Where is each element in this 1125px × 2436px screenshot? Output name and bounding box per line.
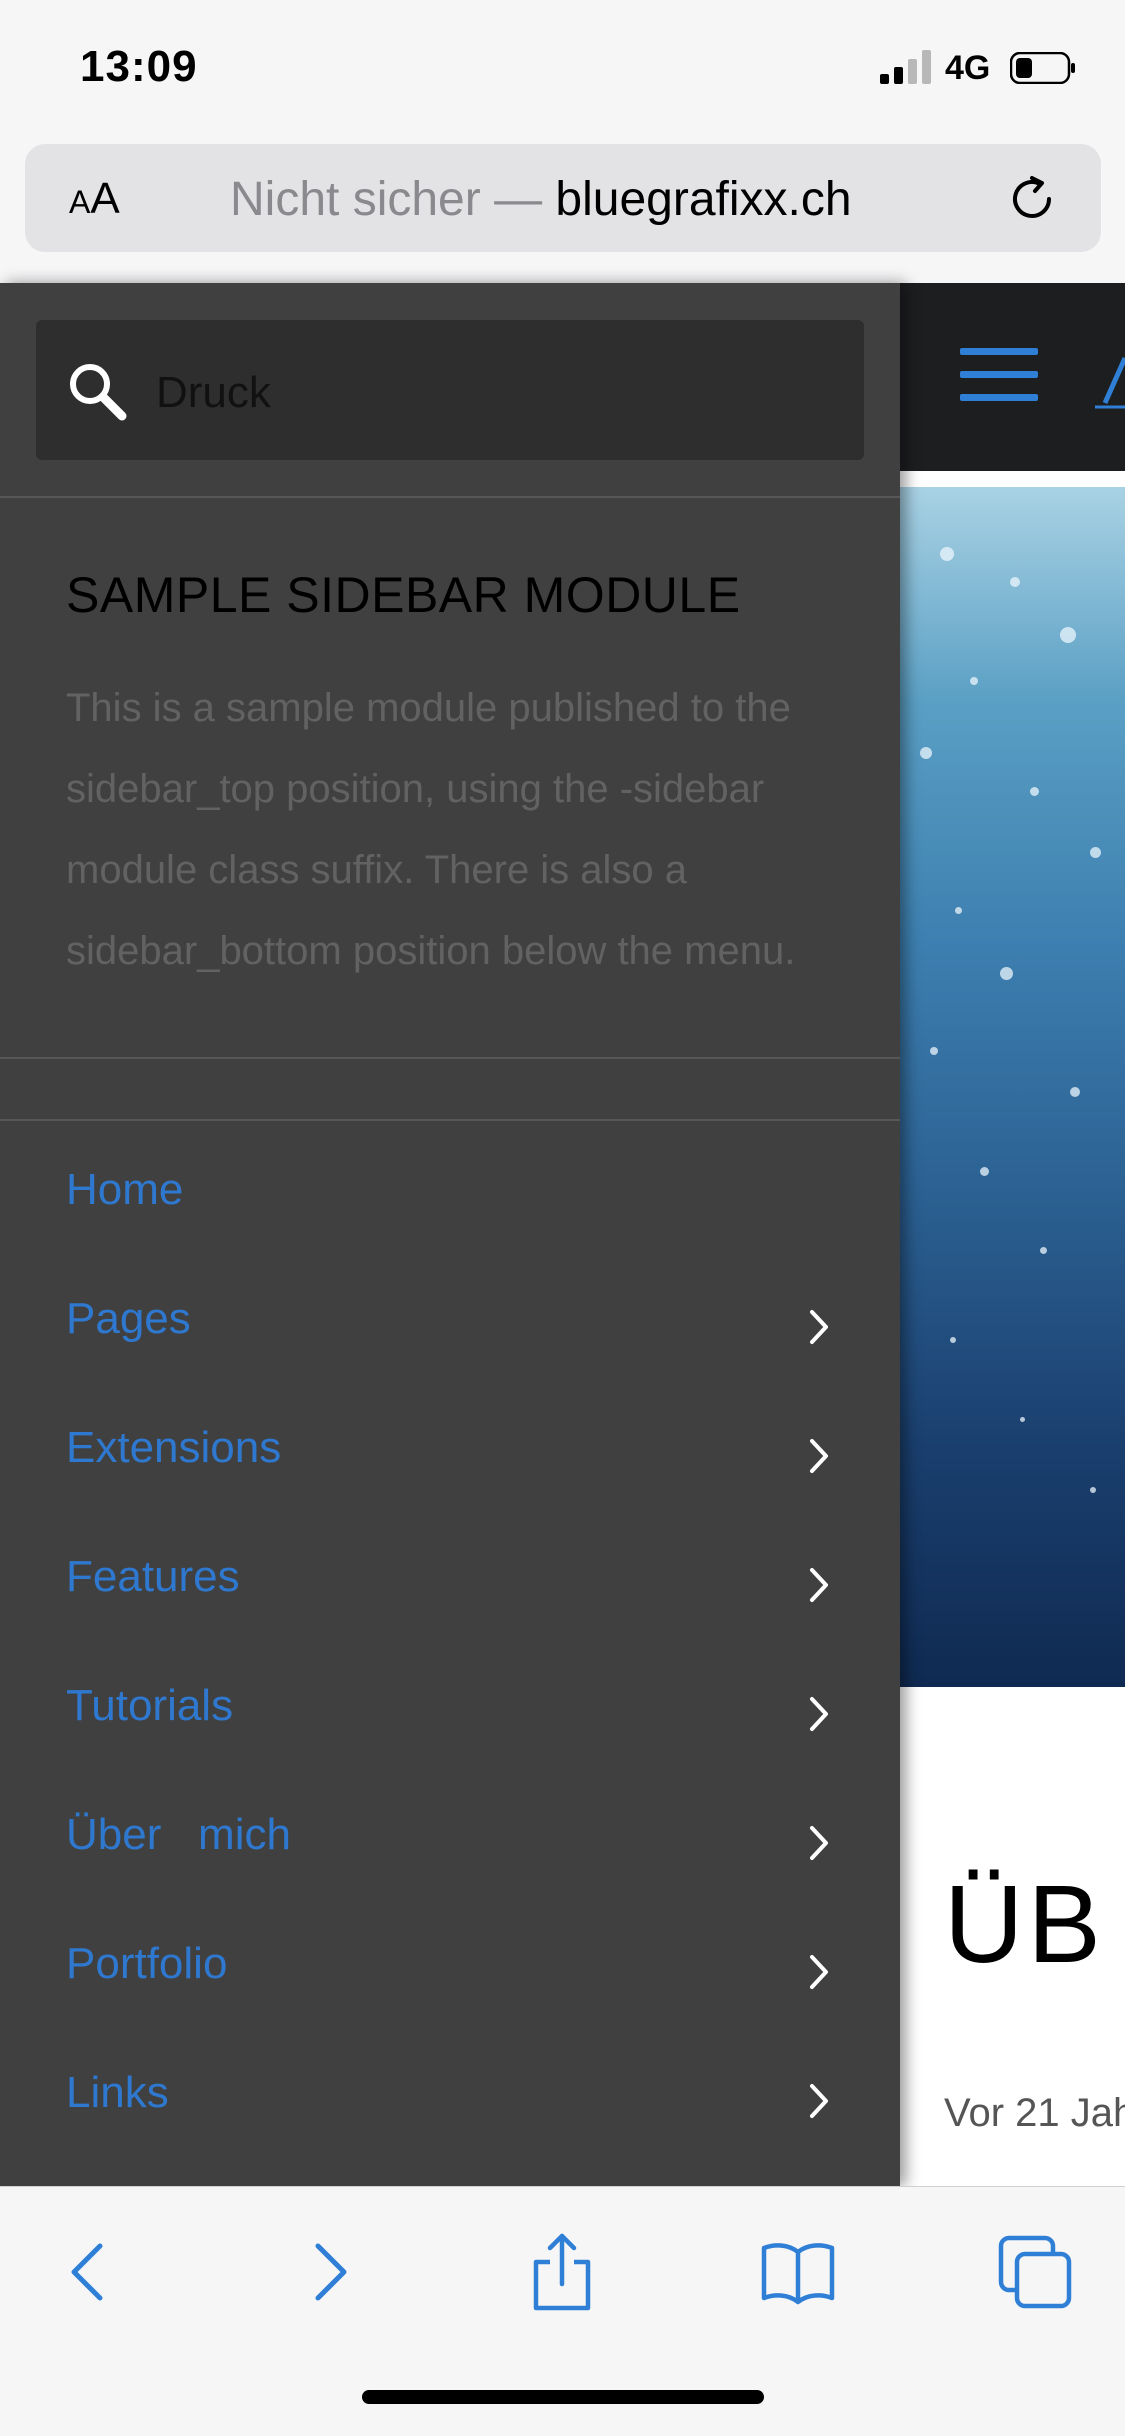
page-heading: ÜB	[944, 1863, 1105, 1986]
module-text: This is a sample module published to the…	[66, 686, 796, 973]
url-display[interactable]: Nicht sicher — bluegrafixx.ch	[230, 172, 852, 227]
sidebar-menu: Home Pages Extensions Features Tutorials…	[0, 1130, 900, 2162]
menu-item-links[interactable]: Links	[0, 2033, 900, 2162]
hamburger-menu-icon[interactable]	[960, 348, 1038, 404]
search-input[interactable]: Druck	[36, 320, 864, 460]
security-label: Nicht sicher —	[230, 173, 556, 226]
logo-icon	[1095, 356, 1125, 409]
divider	[0, 496, 900, 498]
status-time: 13:09	[80, 42, 198, 91]
menu-item-portfolio[interactable]: Portfolio	[0, 1904, 900, 2033]
menu-item-label: Portfolio	[66, 1939, 228, 1988]
menu-item-label: Über mich	[66, 1810, 291, 1859]
chevron-right-icon[interactable]	[806, 1307, 834, 1347]
site-header	[900, 283, 1125, 471]
forward-icon[interactable]	[290, 2232, 370, 2312]
chevron-right-icon[interactable]	[806, 2081, 834, 2121]
status-bar: 13:09 4G	[0, 0, 1125, 135]
search-value: Druck	[156, 368, 271, 417]
chevron-right-icon[interactable]	[806, 1436, 834, 1476]
page-content: ÜB Vor 21 Jah	[900, 471, 1125, 2186]
menu-item-label: Links	[66, 2068, 169, 2117]
cellular-signal-icon	[880, 50, 931, 84]
offcanvas-sidebar: Druck SAMPLE SIDEBAR MODULE This is a sa…	[0, 283, 900, 2186]
chevron-right-icon[interactable]	[806, 1823, 834, 1863]
menu-item-features[interactable]: Features	[0, 1517, 900, 1646]
home-indicator	[362, 2390, 764, 2404]
menu-item-label: Tutorials	[66, 1681, 234, 1730]
share-icon[interactable]	[522, 2232, 602, 2312]
menu-item-label: Features	[66, 1552, 240, 1601]
chevron-right-icon[interactable]	[806, 1694, 834, 1734]
menu-item-home[interactable]: Home	[0, 1130, 900, 1259]
reload-icon[interactable]	[1005, 172, 1059, 226]
tabs-icon[interactable]	[995, 2232, 1075, 2312]
network-type: 4G	[945, 49, 991, 87]
menu-item-label: Extensions	[66, 1423, 282, 1472]
menu-item-ueber-mich[interactable]: Über mich	[0, 1775, 900, 1904]
menu-item-label: Pages	[66, 1294, 191, 1343]
bookmarks-icon[interactable]	[758, 2232, 838, 2312]
menu-item-extensions[interactable]: Extensions	[0, 1388, 900, 1517]
back-icon[interactable]	[48, 2232, 128, 2312]
hero-image	[900, 487, 1125, 1687]
battery-icon	[1010, 52, 1075, 84]
search-icon	[70, 364, 127, 421]
text-size-button[interactable]: AA	[69, 174, 120, 224]
divider	[0, 1119, 900, 1121]
page-teaser: Vor 21 Jah	[944, 2091, 1125, 2135]
divider	[0, 1057, 900, 1059]
menu-item-tutorials[interactable]: Tutorials	[0, 1646, 900, 1775]
chevron-right-icon[interactable]	[806, 1952, 834, 1992]
chevron-right-icon[interactable]	[806, 1565, 834, 1605]
module-title: SAMPLE SIDEBAR MODULE	[66, 567, 741, 623]
address-bar[interactable]: AA Nicht sicher — bluegrafixx.ch	[25, 144, 1101, 252]
menu-item-pages[interactable]: Pages	[0, 1259, 900, 1388]
menu-item-label: Home	[66, 1165, 184, 1214]
url-domain: bluegrafixx.ch	[555, 173, 852, 226]
